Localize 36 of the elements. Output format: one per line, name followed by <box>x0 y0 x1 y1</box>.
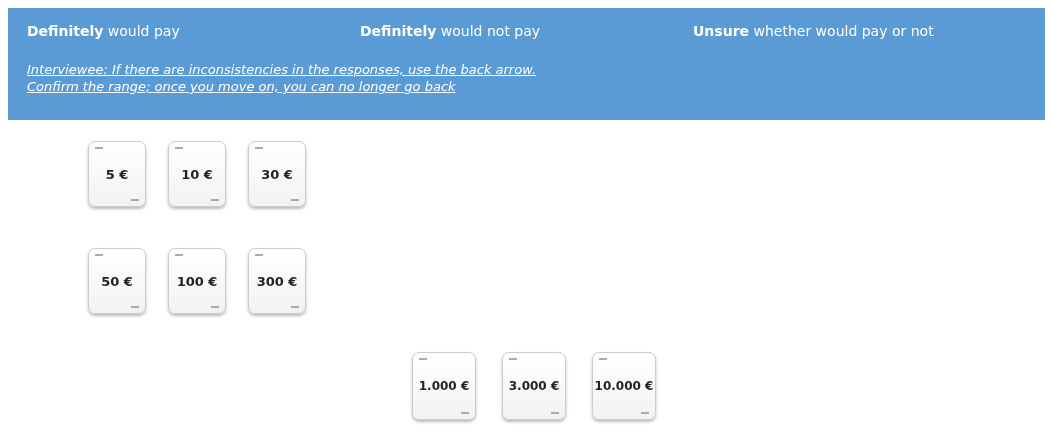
money-card[interactable]: 5 € <box>88 141 146 207</box>
card-amount: 1.000 € <box>418 379 470 393</box>
money-card[interactable]: 1.000 € <box>412 352 476 420</box>
corner-mark <box>509 358 517 360</box>
card-amount: 30 € <box>261 166 293 182</box>
card-amount: 10.000 € <box>594 379 654 393</box>
corner-mark <box>95 254 103 256</box>
card-amount: 100 € <box>176 273 218 289</box>
corner-mark <box>211 199 219 201</box>
corner-mark <box>255 147 263 149</box>
corner-mark <box>291 306 299 308</box>
money-card[interactable]: 300 € <box>248 248 306 314</box>
card-amount: 10 € <box>181 166 213 182</box>
corner-mark <box>175 254 183 256</box>
money-card[interactable]: 30 € <box>248 141 306 207</box>
corner-mark <box>599 358 607 360</box>
corner-mark <box>461 412 469 414</box>
corner-mark <box>551 412 559 414</box>
corner-mark <box>131 199 139 201</box>
card-amount: 5 € <box>105 166 129 182</box>
card-amount: 50 € <box>101 273 133 289</box>
card-amount: 3.000 € <box>508 379 560 393</box>
corner-mark <box>131 306 139 308</box>
money-card[interactable]: 10 € <box>168 141 226 207</box>
corner-mark <box>255 254 263 256</box>
money-card[interactable]: 50 € <box>88 248 146 314</box>
corner-mark <box>419 358 427 360</box>
corner-mark <box>641 412 649 414</box>
corner-mark <box>291 199 299 201</box>
corner-mark <box>95 147 103 149</box>
money-card[interactable]: 10.000 € <box>592 352 656 420</box>
money-card[interactable]: 100 € <box>168 248 226 314</box>
corner-mark <box>175 147 183 149</box>
corner-mark <box>211 306 219 308</box>
money-card[interactable]: 3.000 € <box>502 352 566 420</box>
card-amount: 300 € <box>256 273 298 289</box>
